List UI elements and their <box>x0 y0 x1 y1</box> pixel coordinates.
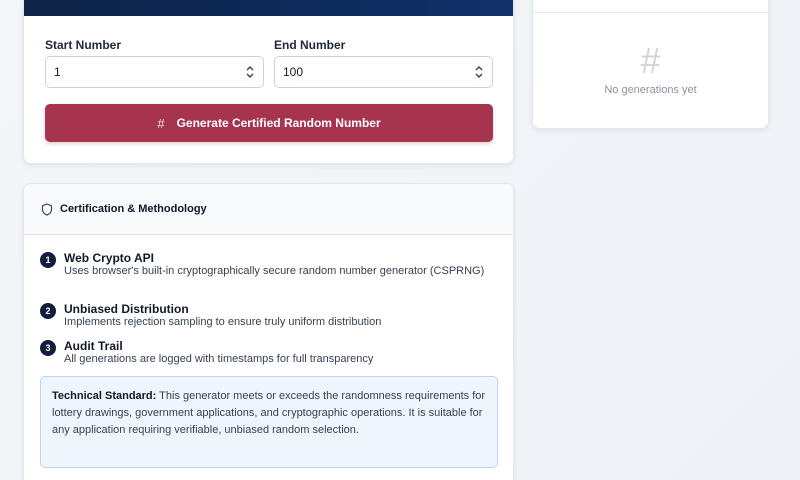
step-title: Audit Trail <box>64 339 123 353</box>
methodology-step: 3 Audit Trail All generations are logged… <box>40 339 494 367</box>
start-number-label: Start Number <box>45 38 122 52</box>
end-number-label: End Number <box>274 38 346 52</box>
step-title: Web Crypto API <box>64 251 155 265</box>
end-number-value: 100 <box>283 65 304 79</box>
empty-state-text: No generations yet <box>604 84 697 96</box>
step-description: Uses browser's built-in cryptographicall… <box>64 265 485 277</box>
generate-button-label: Generate Certified Random Number <box>176 116 381 130</box>
step-description: Implements rejection sampling to ensure … <box>64 316 382 328</box>
start-number-input[interactable]: 1 <box>45 56 264 88</box>
step-number-badge: 3 <box>40 340 56 356</box>
methodology-card: Certification & Methodology 1 Web Crypto… <box>23 183 514 480</box>
step-title: Unbiased Distribution <box>64 302 189 316</box>
shield-icon <box>41 202 53 216</box>
step-description: All generations are logged with timestam… <box>64 353 374 365</box>
methodology-step: 1 Web Crypto API Uses browser's built-in… <box>40 251 494 279</box>
end-number-input[interactable]: 100 <box>274 56 493 88</box>
hash-icon: # <box>640 40 661 81</box>
methodology-title: Certification & Methodology <box>60 203 207 215</box>
generator-card: Start Number 1 End Number 100 # Generate… <box>23 0 514 164</box>
stepper-icon[interactable] <box>246 65 254 79</box>
generator-header <box>24 0 513 16</box>
technical-standard-box: Technical Standard: This generator meets… <box>40 376 498 468</box>
start-number-value: 1 <box>54 65 61 79</box>
stepper-icon[interactable] <box>475 65 483 79</box>
history-divider <box>533 12 768 13</box>
history-card: # No generations yet <box>532 0 769 129</box>
step-number-badge: 1 <box>40 252 56 268</box>
step-number-badge: 2 <box>40 303 56 319</box>
generate-button[interactable]: # Generate Certified Random Number <box>45 104 493 142</box>
methodology-step: 2 Unbiased Distribution Implements rejec… <box>40 302 494 330</box>
hash-icon: # <box>157 115 165 131</box>
technical-standard-label: Technical Standard: <box>52 390 157 402</box>
methodology-header: Certification & Methodology <box>24 184 513 235</box>
